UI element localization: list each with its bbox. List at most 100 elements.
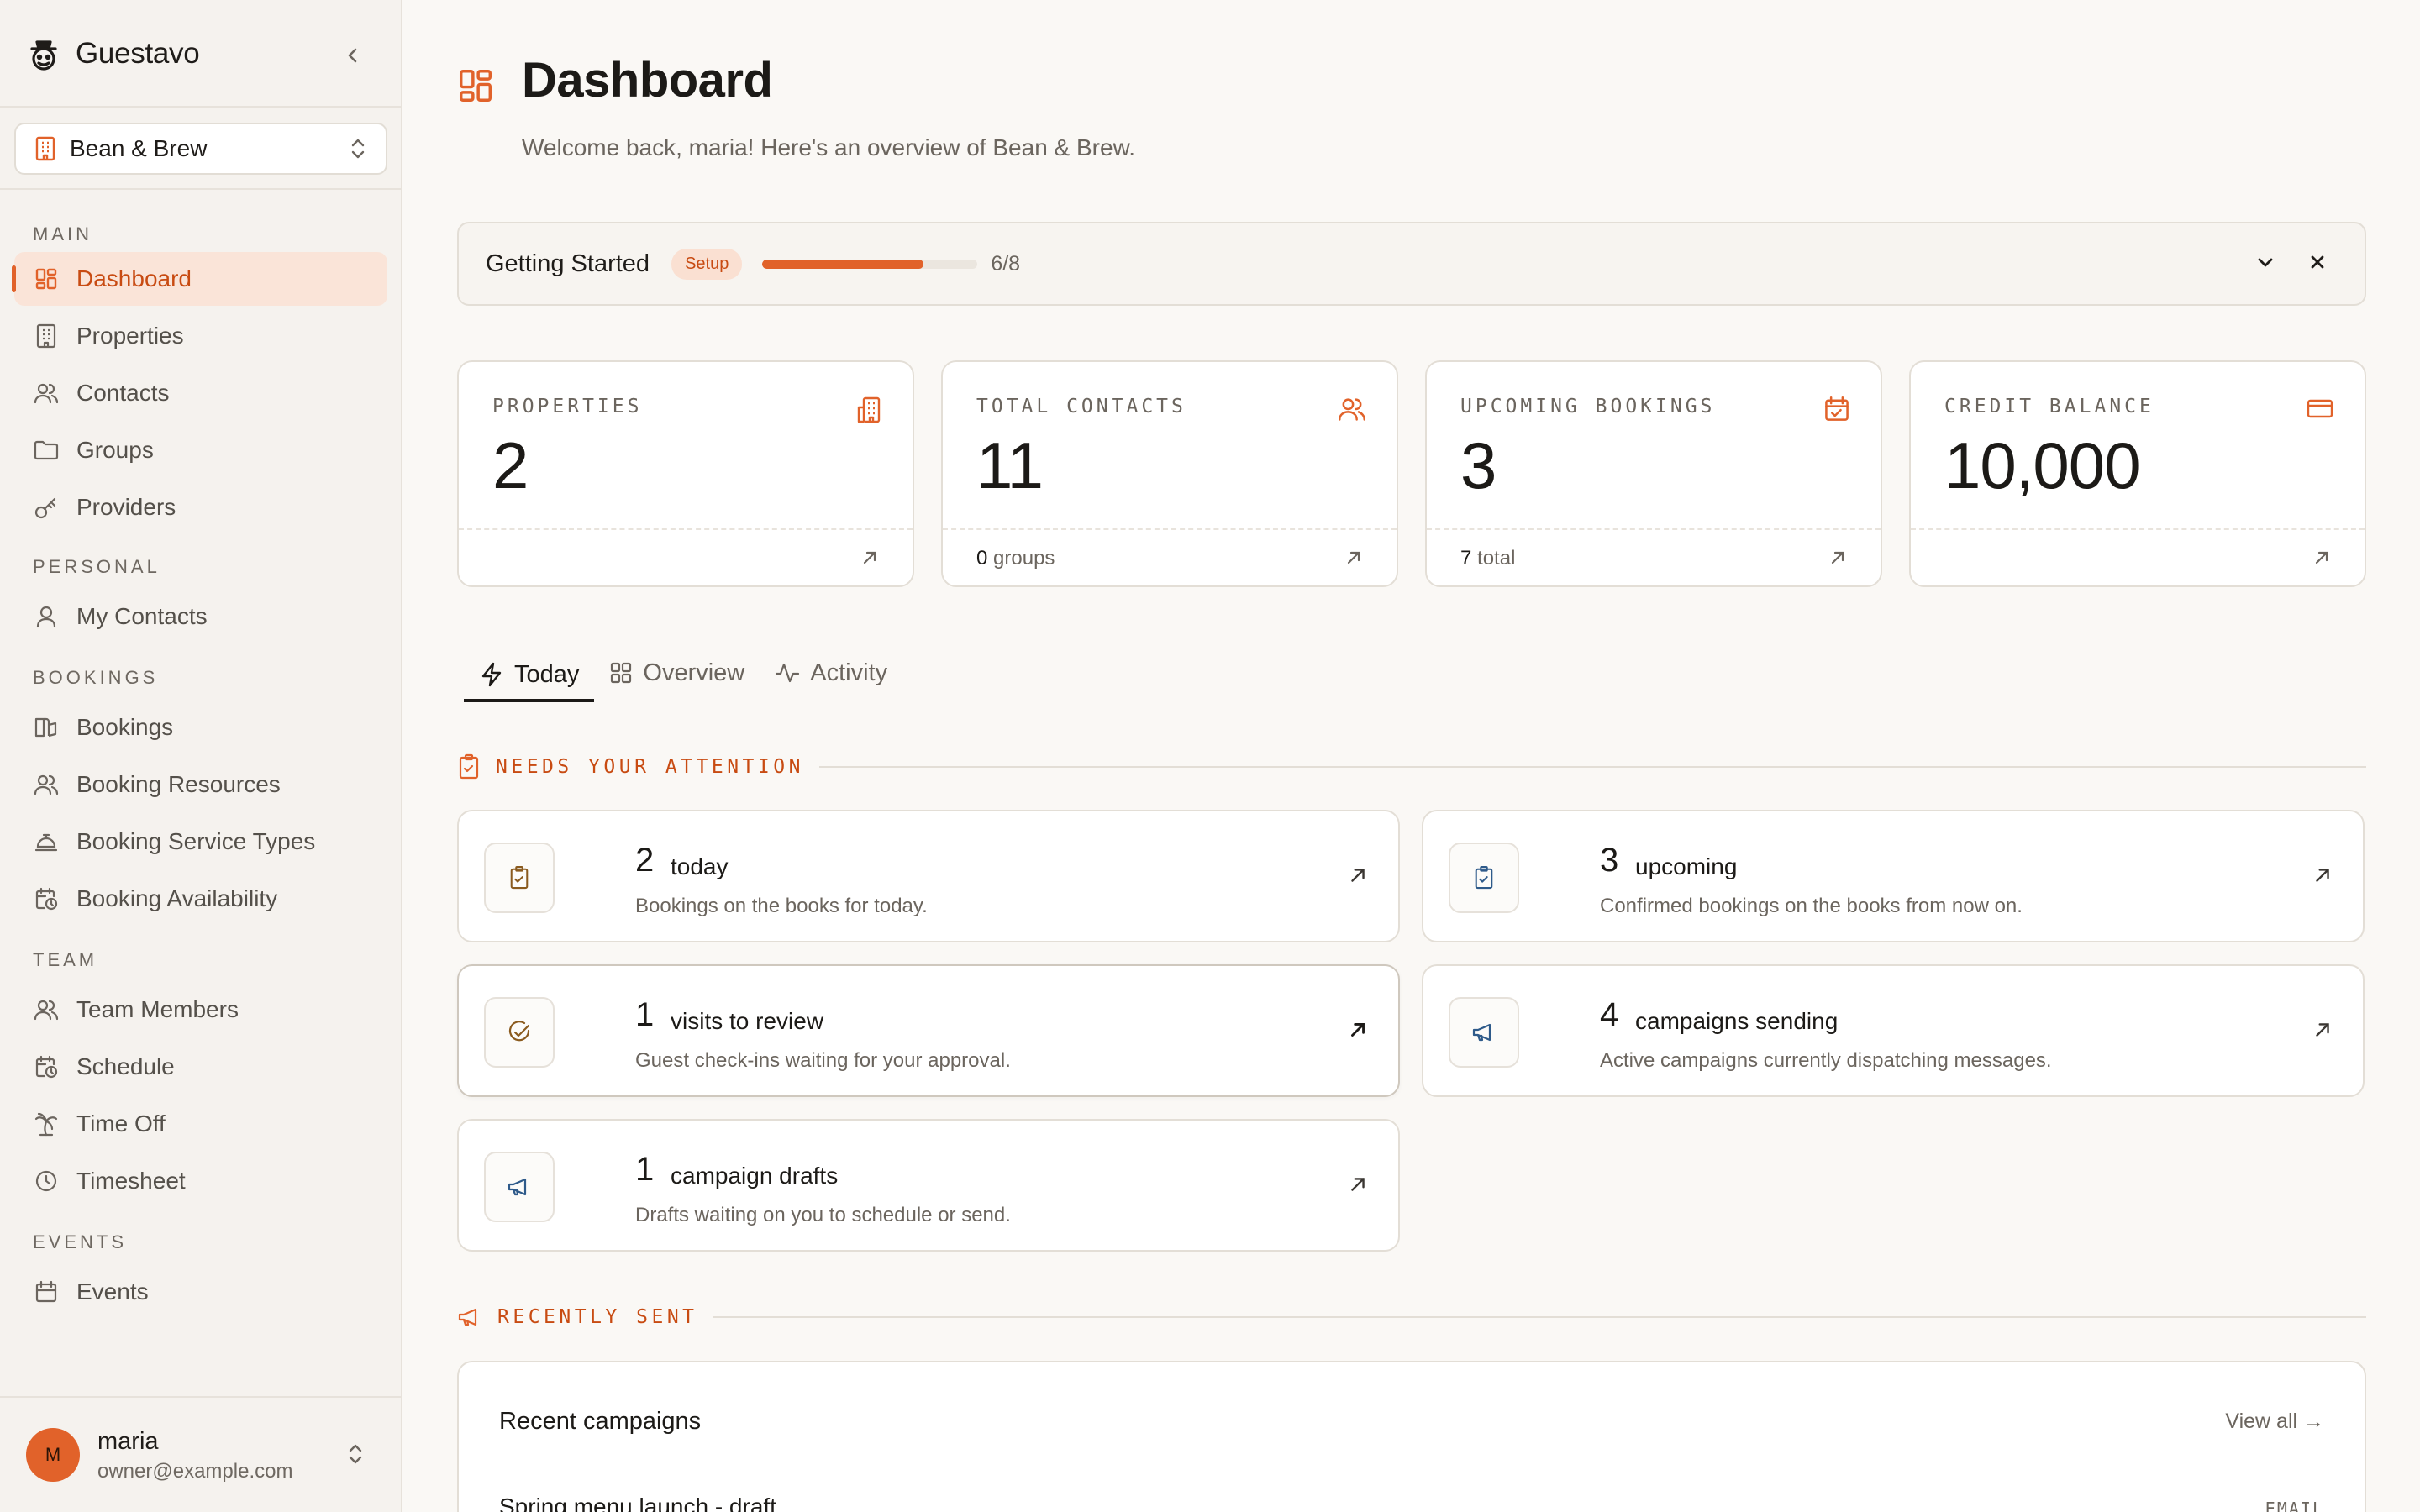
stat-footer [1911,528,2365,585]
attention-description: Guest check-ins waiting for your approva… [635,1049,1011,1072]
card-title: Recent campaigns [499,1408,702,1435]
sidebar-item-booking-service-types[interactable]: Booking Service Types [14,815,387,869]
sidebar-item-label: Timesheet [76,1168,186,1194]
avatar: M [26,1428,80,1482]
sidebar-item-team-members[interactable]: Team Members [14,983,387,1037]
arrow-up-right-icon [1348,865,1368,885]
progress-fill [762,259,924,269]
attention-title: visits to review [671,1008,824,1034]
stat-footer [459,528,913,585]
stat-label: TOTAL CONTACTS [976,396,1186,417]
stat-card-total-contacts[interactable]: TOTAL CONTACTS 11 0 groups [941,360,1398,587]
sidebar-item-providers[interactable]: Providers [14,480,387,534]
sidebar-item-label: Contacts [76,380,170,406]
megaphone-icon [1471,1021,1497,1043]
stat-value: 2 [492,428,529,502]
divider [818,766,2366,768]
attention-card-campaigns-sending[interactable]: 4 campaigns sending Active campaigns cur… [1422,964,2365,1097]
sidebar-item-label: Events [76,1278,149,1305]
sidebar-item-label: Time Off [76,1110,166,1137]
sidebar-item-label: Schedule [76,1053,175,1079]
users-icon [33,771,60,798]
getting-started-panel[interactable]: Getting Started Setup 6/8 [457,222,2366,306]
sidebar-item-properties[interactable]: Properties [14,309,387,363]
sidebar-item-bookings[interactable]: Bookings [14,701,387,754]
stat-card-properties[interactable]: PROPERTIES 2 [457,360,914,587]
getting-started-title: Getting Started [486,249,650,277]
attention-card-upcoming[interactable]: 3 upcoming Confirmed bookings on the boo… [1422,810,2365,942]
attention-card-campaign-drafts[interactable]: 1 campaign drafts Drafts waiting on you … [457,1119,1400,1252]
attention-description: Active campaigns currently dispatching m… [1600,1049,2052,1072]
stat-card-upcoming-bookings[interactable]: UPCOMING BOOKINGS 3 7 total [1425,360,1882,587]
user-menu[interactable]: M maria owner@example.com [0,1396,401,1512]
concierge-bell-icon [33,828,60,855]
attention-title: upcoming [1635,853,1738,879]
sidebar-item-booking-availability[interactable]: Booking Availability [14,872,387,926]
zap-icon [479,661,504,688]
close-icon[interactable] [2304,249,2331,276]
attention-description: Confirmed bookings on the books from now… [1600,895,2023,917]
recent-campaigns-card: Recent campaigns View all → Spring menu … [457,1361,2366,1512]
sidebar-item-groups[interactable]: Groups [14,423,387,477]
sidebar-item-events[interactable]: Events [14,1265,387,1319]
sidebar-item-dashboard[interactable]: Dashboard [12,252,387,306]
section-title: RECENTLY SENT [497,1306,698,1328]
sidebar-item-time-off[interactable]: Time Off [14,1097,387,1151]
clock-icon [33,1168,60,1194]
attention-icon-box [1449,843,1519,913]
sidebar-item-label: Dashboard [76,265,192,291]
clipboard-check-icon [457,753,481,780]
arrow-up-right-icon [1348,1174,1368,1194]
progress-bar [762,259,978,269]
tab-overview[interactable]: Overview [594,647,760,699]
attention-section-header: NEEDS YOUR ATTENTION [457,753,2366,780]
building-icon [855,396,882,424]
sidebar-item-my-contacts[interactable]: My Contacts [14,590,387,643]
attention-card-visits-to-review[interactable]: 1 visits to review Guest check-ins waiti… [457,964,1400,1097]
book-open-icon [33,714,60,741]
stat-footer: 7 total [1427,528,1881,585]
arrow-up-right-icon [1348,1020,1368,1040]
user-name: maria [97,1428,159,1455]
attention-card-today[interactable]: 2 today Bookings on the books for today. [457,810,1400,942]
attention-count: 1 [635,1151,655,1188]
org-select[interactable]: Bean & Brew [14,123,387,175]
sidebar-item-label: Properties [76,323,184,349]
sidebar-nav: MAIN Dashboard Properties Contacts Group… [0,193,402,1394]
tab-activity[interactable]: Activity [760,647,902,699]
users-icon [1338,396,1366,423]
collapse-sidebar-button[interactable] [336,39,370,72]
arrow-up-right-icon[interactable] [1828,549,1847,567]
stat-value: 10,000 [1944,428,2141,502]
key-icon [33,494,60,521]
campaign-name[interactable]: Spring menu launch - draft [499,1494,776,1512]
dashboard-icon [457,67,494,104]
sidebar-item-label: Bookings [76,714,174,740]
arrow-up-right-icon[interactable] [2312,549,2331,567]
arrow-up-right-icon[interactable] [860,549,879,567]
nav-section-title: BOOKINGS [33,667,159,688]
credit-card-icon [2306,396,2334,421]
sidebar-item-booking-resources[interactable]: Booking Resources [14,758,387,811]
stat-footer-number: 0 [976,547,988,570]
chevron-down-icon[interactable] [2252,249,2279,276]
logo-icon [27,35,60,72]
user-email: owner@example.com [97,1460,293,1483]
clipboard-check-icon [1473,865,1495,890]
brand[interactable]: Guestavo [27,32,200,76]
stat-card-credit-balance[interactable]: CREDIT BALANCE 10,000 [1909,360,2366,587]
sidebar-item-schedule[interactable]: Schedule [14,1040,387,1094]
grid-icon [609,661,633,685]
tab-today[interactable]: Today [464,647,595,702]
attention-title: campaign drafts [671,1163,839,1189]
sidebar-item-label: Team Members [76,996,239,1022]
sidebar-item-timesheet[interactable]: Timesheet [14,1154,387,1208]
arrow-up-right-icon[interactable] [1344,549,1363,567]
arrow-up-right-icon [2312,865,2333,885]
calendar-check-icon [1823,396,1850,423]
activity-icon [775,661,800,685]
sidebar-item-contacts[interactable]: Contacts [14,366,387,420]
view-all-link[interactable]: View all → [2225,1410,2324,1434]
calendar-clock-icon [33,885,60,912]
recently-sent-section-header: RECENTLY SENT [457,1306,2366,1328]
